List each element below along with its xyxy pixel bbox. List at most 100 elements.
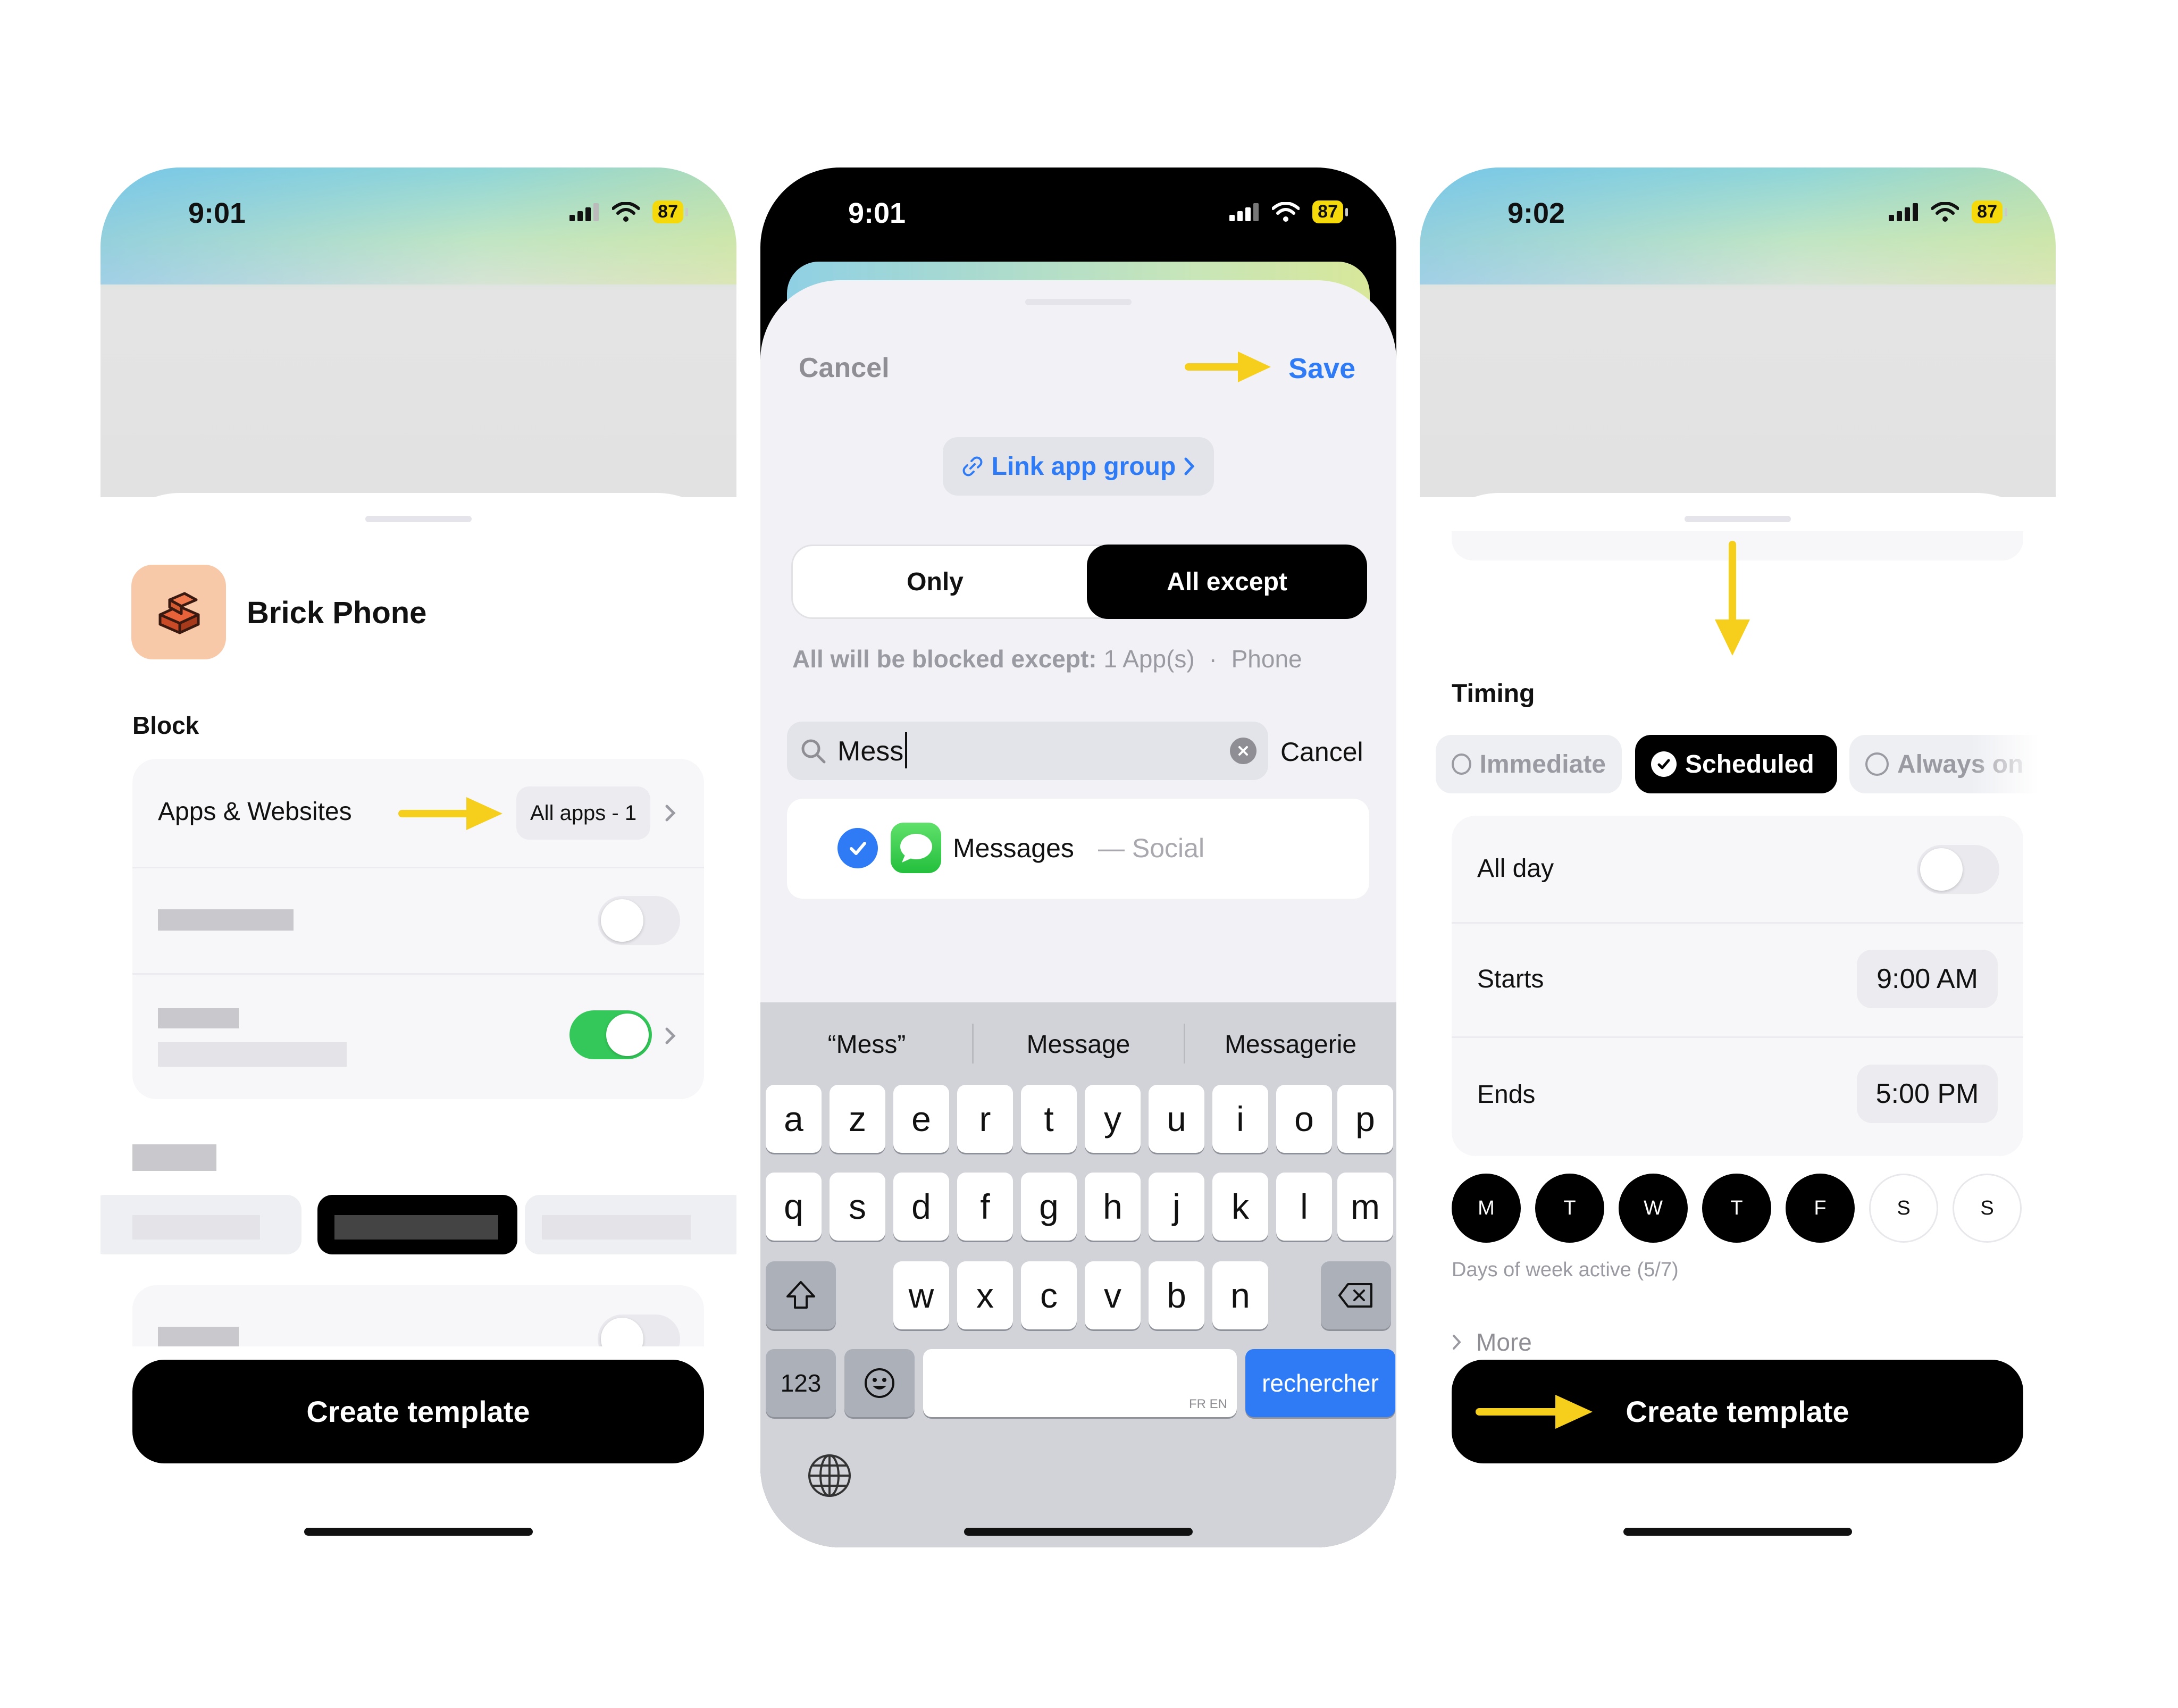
day-sunday[interactable]: S — [1953, 1174, 2022, 1243]
wifi-icon — [1272, 202, 1300, 222]
space-key[interactable]: FR EN — [923, 1349, 1237, 1417]
create-template-button[interactable]: Create template — [132, 1360, 704, 1463]
status-time: 9:01 — [848, 197, 906, 229]
option-immediate[interactable]: Immediate — [1436, 735, 1622, 793]
starts-row: Starts 9:00 AM — [1452, 922, 2023, 1038]
search-input[interactable]: Mess — [837, 735, 903, 767]
key-i[interactable]: i — [1212, 1085, 1268, 1153]
numbers-key[interactable]: 123 — [766, 1349, 836, 1417]
home-indicator[interactable] — [964, 1528, 1193, 1536]
key-y[interactable]: y — [1085, 1085, 1141, 1153]
key-m[interactable]: m — [1337, 1173, 1393, 1241]
segment-only[interactable]: Only — [793, 546, 1077, 617]
timing-options: Immediate Scheduled Always on — [1420, 735, 2056, 796]
key-f[interactable]: f — [957, 1173, 1013, 1241]
block-settings-card: Apps & Websites All apps - 1 — [132, 759, 704, 1099]
keyboard-suggestion[interactable]: Message — [973, 1030, 1184, 1059]
key-o[interactable]: o — [1276, 1085, 1332, 1153]
home-indicator[interactable] — [304, 1528, 533, 1536]
key-n[interactable]: n — [1212, 1261, 1268, 1329]
battery-indicator: 87 — [1972, 200, 2007, 223]
key-t[interactable]: t — [1021, 1085, 1077, 1153]
day-thursday[interactable]: T — [1702, 1174, 1771, 1243]
globe-icon[interactable] — [806, 1452, 853, 1500]
day-wednesday[interactable]: W — [1619, 1174, 1688, 1243]
sheet-handle[interactable] — [1685, 516, 1791, 522]
key-s[interactable]: s — [830, 1173, 885, 1241]
keyboard-suggestion[interactable]: “Mess” — [760, 1030, 973, 1059]
day-monday[interactable]: M — [1452, 1174, 1521, 1243]
segmented-control: Only All except — [791, 545, 1367, 619]
all-day-toggle[interactable] — [1917, 845, 1999, 894]
starts-label: Starts — [1477, 965, 1544, 993]
link-app-group-button[interactable]: Link app group — [943, 437, 1214, 496]
ends-row: Ends 5:00 PM — [1452, 1036, 2023, 1156]
segment-all-except[interactable]: All except — [1087, 545, 1367, 619]
key-z[interactable]: z — [830, 1085, 885, 1153]
key-c[interactable]: c — [1021, 1261, 1077, 1329]
redacted-section-label — [132, 1144, 216, 1171]
phone-screen-block: 9:01 87 Brick Phone Block Apps & Website… — [100, 168, 736, 1547]
key-d[interactable]: d — [893, 1173, 949, 1241]
sheet-handle[interactable] — [365, 516, 472, 522]
key-r[interactable]: r — [957, 1085, 1013, 1153]
key-v[interactable]: v — [1085, 1261, 1141, 1329]
apps-websites-row[interactable]: Apps & Websites All apps - 1 — [132, 759, 704, 868]
radio-checked-icon — [1651, 751, 1677, 777]
bottom-sheet: Timing Immediate Scheduled Always on All… — [1420, 493, 2056, 1547]
home-indicator[interactable] — [1623, 1528, 1852, 1536]
key-u[interactable]: u — [1149, 1085, 1204, 1153]
selected-check-icon[interactable] — [837, 828, 878, 868]
backspace-icon — [1338, 1283, 1372, 1308]
redacted-toggle[interactable] — [598, 1315, 680, 1346]
day-friday[interactable]: F — [1786, 1174, 1855, 1243]
ends-time-picker[interactable]: 5:00 PM — [1857, 1065, 1998, 1123]
cancel-button[interactable]: Cancel — [799, 352, 890, 384]
redacted-chip-text — [132, 1215, 260, 1240]
clear-search-icon[interactable] — [1230, 738, 1256, 764]
shift-key[interactable] — [766, 1261, 836, 1329]
key-h[interactable]: h — [1085, 1173, 1141, 1241]
key-e[interactable]: e — [893, 1085, 949, 1153]
redacted-toggle[interactable] — [598, 896, 680, 945]
day-saturday[interactable]: S — [1869, 1174, 1938, 1243]
keyboard-suggestion[interactable]: Messagerie — [1185, 1030, 1396, 1059]
more-toggle[interactable]: More — [1452, 1328, 1532, 1357]
redacted-chip-text — [334, 1215, 498, 1240]
app-name: Brick Phone — [247, 596, 427, 630]
radio-empty-icon — [1865, 752, 1889, 776]
key-a[interactable]: a — [766, 1085, 822, 1153]
timing-section-label: Timing — [1452, 680, 1535, 708]
day-tuesday[interactable]: T — [1535, 1174, 1604, 1243]
create-template-button[interactable]: Create template — [1452, 1360, 2023, 1463]
starts-time-picker[interactable]: 9:00 AM — [1857, 950, 1998, 1008]
backspace-key[interactable] — [1321, 1261, 1391, 1329]
apps-badge[interactable]: All apps - 1 — [516, 786, 651, 840]
key-b[interactable]: b — [1149, 1261, 1204, 1329]
key-q[interactable]: q — [766, 1173, 822, 1241]
option-scheduled[interactable]: Scheduled — [1635, 735, 1837, 793]
key-w[interactable]: w — [893, 1261, 949, 1329]
highlight-arrow-icon — [398, 797, 502, 830]
key-g[interactable]: g — [1021, 1173, 1077, 1241]
result-app-name: Messages — [953, 833, 1074, 863]
key-j[interactable]: j — [1149, 1173, 1204, 1241]
search-return-key[interactable]: rechercher — [1245, 1349, 1395, 1417]
key-k[interactable]: k — [1212, 1173, 1268, 1241]
redacted-toggle-on[interactable] — [569, 1010, 652, 1059]
emoji-key[interactable] — [844, 1349, 915, 1417]
key-l[interactable]: l — [1276, 1173, 1332, 1241]
option-immediate-label: Immediate — [1479, 750, 1606, 778]
sheet-handle[interactable] — [1025, 299, 1132, 305]
search-field[interactable]: Mess — [787, 722, 1268, 780]
result-category: — Social — [1098, 833, 1205, 863]
chevron-right-icon — [665, 1027, 676, 1044]
search-cancel-button[interactable]: Cancel — [1280, 736, 1363, 767]
key-x[interactable]: x — [957, 1261, 1013, 1329]
blocked-summary: All will be blocked except: 1 App(s) · P… — [792, 644, 1302, 673]
save-button[interactable]: Save — [1288, 352, 1355, 385]
schedule-card: All day Starts 9:00 AM Ends 5:00 PM — [1452, 816, 2023, 1156]
search-icon — [801, 739, 826, 764]
chevron-right-icon — [665, 805, 676, 822]
key-p[interactable]: p — [1337, 1085, 1393, 1153]
